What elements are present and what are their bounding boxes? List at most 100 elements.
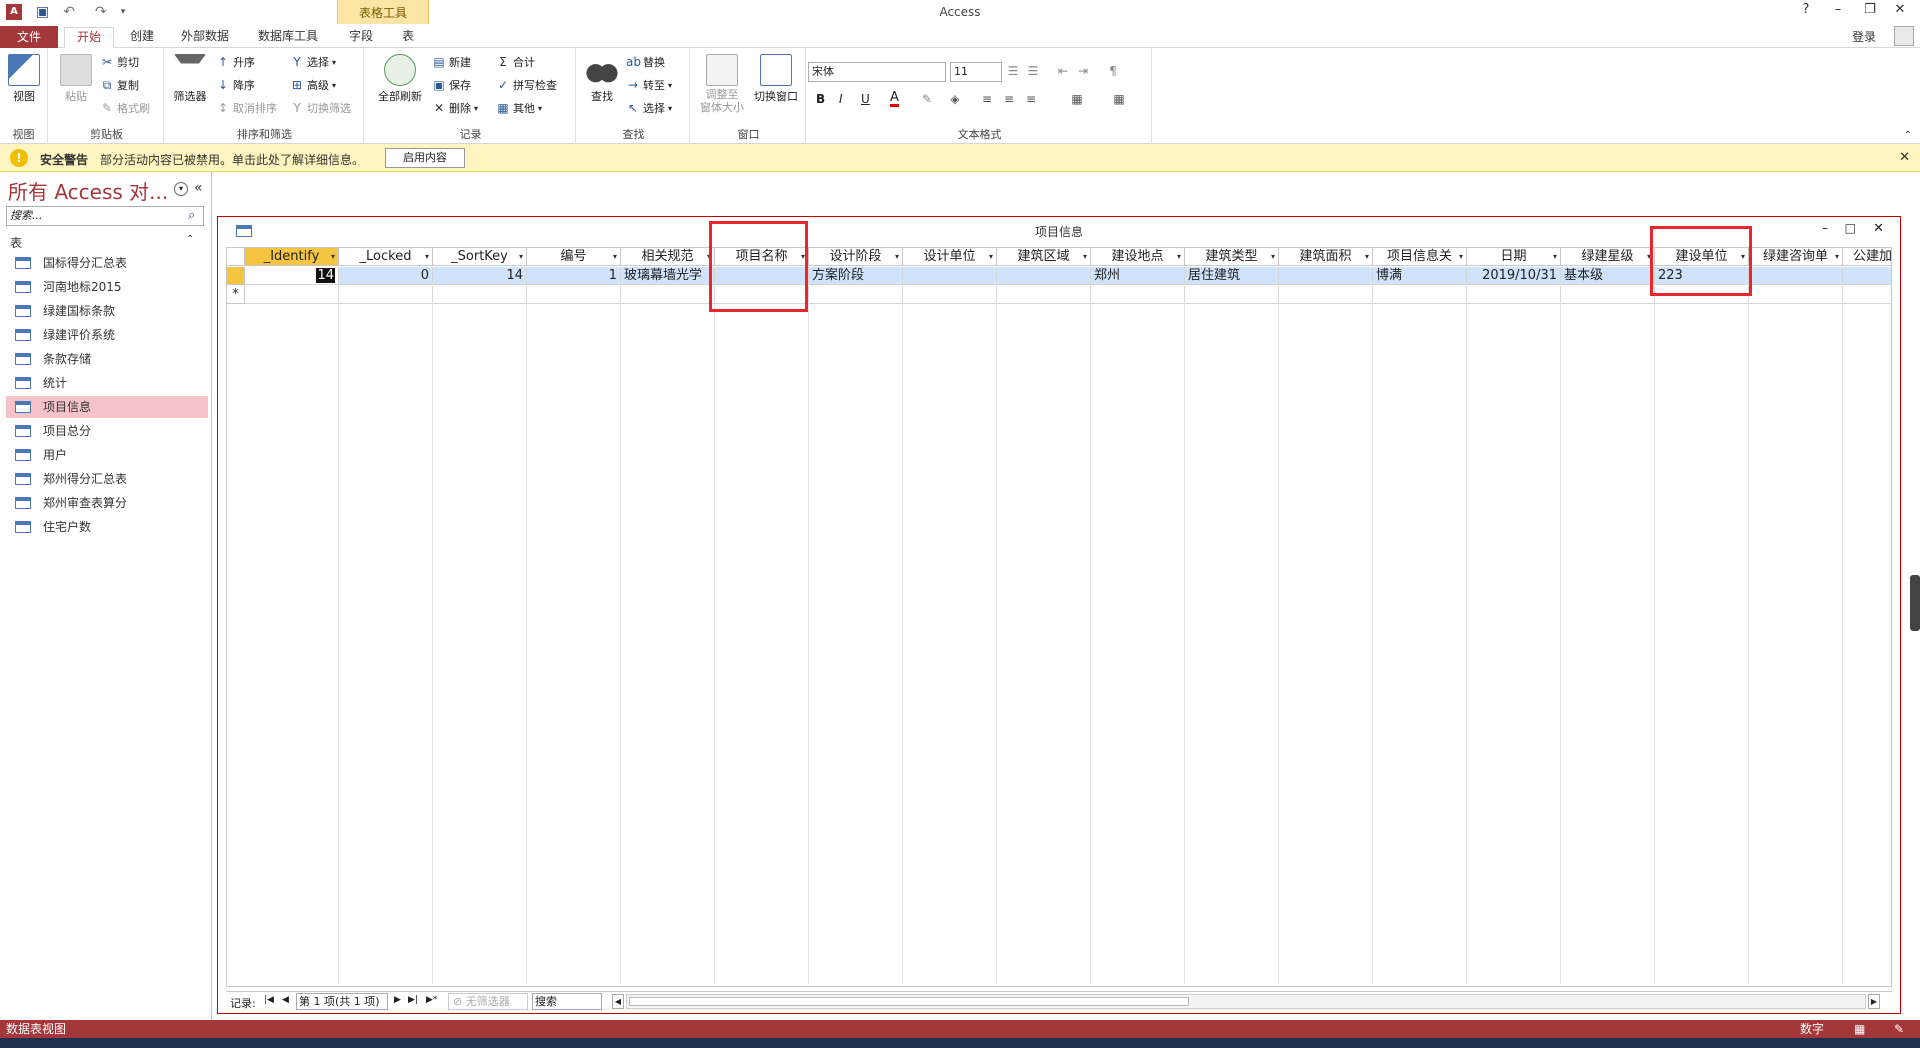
table-cell[interactable]	[903, 267, 997, 285]
column-header[interactable]: 项目信息关 ▾	[1373, 248, 1467, 266]
new-row-cell[interactable]	[1749, 286, 1843, 304]
hscroll-right-button[interactable]: ▶	[1868, 994, 1880, 1009]
advanced-filter-button[interactable]: ⊞ 高级 ▾	[290, 77, 336, 93]
sign-in-link[interactable]: 登录	[1852, 28, 1876, 45]
doc-minimize-button[interactable]: –	[1822, 221, 1828, 235]
security-message[interactable]: 部分活动内容已被禁用。单击此处了解详细信息。	[100, 151, 364, 168]
nav-item-table[interactable]: 项目信息	[6, 396, 208, 418]
find-button[interactable]: 查找	[582, 54, 622, 104]
column-header[interactable]: 日期 ▾	[1467, 248, 1561, 266]
more-button[interactable]: ▦ 其他 ▾	[496, 100, 542, 116]
column-dropdown-icon[interactable]: ▾	[425, 248, 429, 265]
column-dropdown-icon[interactable]: ▾	[613, 248, 617, 265]
table-cell[interactable]: 基本级	[1561, 267, 1655, 285]
alt-row-color-button[interactable]: ▦	[1070, 92, 1084, 106]
column-header[interactable]: 设计阶段 ▾	[809, 248, 903, 266]
numbering-button[interactable]: ☰	[1026, 64, 1040, 78]
italic-button[interactable]: I	[839, 92, 843, 106]
nav-item-table[interactable]: 国标得分汇总表	[6, 252, 208, 274]
user-avatar[interactable]	[1894, 26, 1914, 46]
increase-indent-button[interactable]: ⇥	[1076, 64, 1090, 78]
column-dropdown-icon[interactable]: ▾	[1177, 248, 1181, 265]
table-cell[interactable]: 14	[245, 267, 339, 285]
minimize-button[interactable]: –	[1824, 2, 1852, 22]
nav-item-table[interactable]: 条款存储	[6, 348, 208, 370]
bold-button[interactable]: B	[816, 92, 825, 106]
column-header[interactable]: 编号 ▾	[527, 248, 621, 266]
column-header[interactable]: 相关规范 ▾	[621, 248, 715, 266]
datasheet-view-icon[interactable]: ▦	[1854, 1020, 1865, 1038]
table-cell[interactable]	[997, 267, 1091, 285]
table-cell[interactable]: 2019/10/31	[1467, 267, 1561, 285]
sort-descending-button[interactable]: ↓ 降序	[216, 77, 255, 93]
delete-record-button[interactable]: ✕ 删除 ▾	[432, 100, 478, 116]
row-selector[interactable]	[227, 267, 245, 285]
table-cell[interactable]: 14	[433, 267, 527, 285]
column-header[interactable]: 绿建咨询单 ▾	[1749, 248, 1843, 266]
new-row-cell[interactable]	[1091, 286, 1185, 304]
record-position-input[interactable]: 第 1 项(共 1 项)	[296, 993, 388, 1010]
column-header[interactable]: 绿建星级 ▾	[1561, 248, 1655, 266]
highlight-button[interactable]: ✎	[920, 92, 934, 106]
new-row-cell[interactable]	[997, 286, 1091, 304]
next-record-button[interactable]: ▶	[394, 995, 401, 1005]
help-button[interactable]: ?	[1792, 2, 1820, 22]
select-button[interactable]: ↖ 选择 ▾	[626, 100, 672, 116]
column-header[interactable]: _Identify ▾	[245, 248, 339, 266]
new-row-cell[interactable]	[339, 286, 433, 304]
column-dropdown-icon[interactable]: ▾	[1365, 248, 1369, 265]
underline-button[interactable]: U	[861, 92, 870, 106]
select-all-corner[interactable]	[227, 248, 245, 266]
column-dropdown-icon[interactable]: ▾	[1553, 248, 1557, 265]
format-painter-button[interactable]: ✎ 格式刷	[100, 100, 150, 116]
selection-filter-button[interactable]: Y 选择 ▾	[290, 54, 336, 70]
nav-pane-title[interactable]: 所有 Access 对...	[8, 176, 168, 205]
nav-item-table[interactable]: 绿建评价系统	[6, 324, 208, 346]
paste-button[interactable]: 粘贴	[56, 54, 96, 104]
column-dropdown-icon[interactable]: ▾	[519, 248, 523, 265]
column-header[interactable]: 设计单位 ▾	[903, 248, 997, 266]
column-dropdown-icon[interactable]: ▾	[895, 248, 899, 265]
new-row-cell[interactable]	[809, 286, 903, 304]
column-dropdown-icon[interactable]: ▾	[1271, 248, 1275, 265]
sort-ascending-button[interactable]: ↑ 升序	[216, 54, 255, 70]
column-header[interactable]: 建筑区域 ▾	[997, 248, 1091, 266]
tab-home[interactable]: 开始	[64, 27, 114, 48]
nav-item-table[interactable]: 绿建国标条款	[6, 300, 208, 322]
switch-window-button[interactable]: 切换窗口	[750, 54, 802, 104]
restore-button[interactable]: ❐	[1856, 2, 1884, 22]
rtl-button[interactable]: ¶	[1106, 64, 1120, 78]
prev-record-button[interactable]: ◀	[282, 995, 289, 1005]
font-color-button[interactable]: A	[890, 91, 899, 107]
table-cell[interactable]: 方案阶段	[809, 267, 903, 285]
goto-button[interactable]: → 转至 ▾	[626, 77, 672, 93]
column-header[interactable]: 建筑面积 ▾	[1279, 248, 1373, 266]
hscroll-left-button[interactable]: ◀	[612, 994, 624, 1009]
nav-section-tables[interactable]: 表	[10, 234, 22, 251]
nav-item-table[interactable]: 统计	[6, 372, 208, 394]
nav-item-table[interactable]: 郑州审查表算分	[6, 492, 208, 514]
section-collapse-icon[interactable]: ⌃	[186, 234, 194, 245]
column-header[interactable]: 建筑类型 ▾	[1185, 248, 1279, 266]
first-record-button[interactable]: |◀	[264, 995, 274, 1005]
align-center-button[interactable]: ≡	[1002, 92, 1016, 106]
clear-sort-button[interactable]: ↕ 取消排序	[216, 100, 277, 116]
tab-table[interactable]: 表	[396, 27, 420, 48]
table-cell[interactable]: 郑州	[1091, 267, 1185, 285]
new-row-cell[interactable]	[1185, 286, 1279, 304]
table-cell[interactable]	[1843, 267, 1891, 285]
nav-search-input[interactable]: 搜索...	[6, 206, 204, 226]
nav-item-table[interactable]: 用户	[6, 444, 208, 466]
new-record-button[interactable]: ▤ 新建	[432, 54, 471, 70]
column-header[interactable]: _SortKey ▾	[433, 248, 527, 266]
column-header[interactable]: _Locked ▾	[339, 248, 433, 266]
last-record-button[interactable]: ▶|	[408, 995, 418, 1005]
new-row-cell[interactable]	[527, 286, 621, 304]
right-edge-handle[interactable]	[1910, 575, 1920, 631]
doc-close-button[interactable]: ✕	[1873, 221, 1884, 236]
column-header[interactable]: 公建加▾	[1843, 248, 1891, 266]
nav-item-table[interactable]: 住宅户数	[6, 516, 208, 538]
bullets-button[interactable]: ☰	[1006, 64, 1020, 78]
table-cell[interactable]: 1	[527, 267, 621, 285]
tab-fields[interactable]: 字段	[346, 27, 376, 48]
